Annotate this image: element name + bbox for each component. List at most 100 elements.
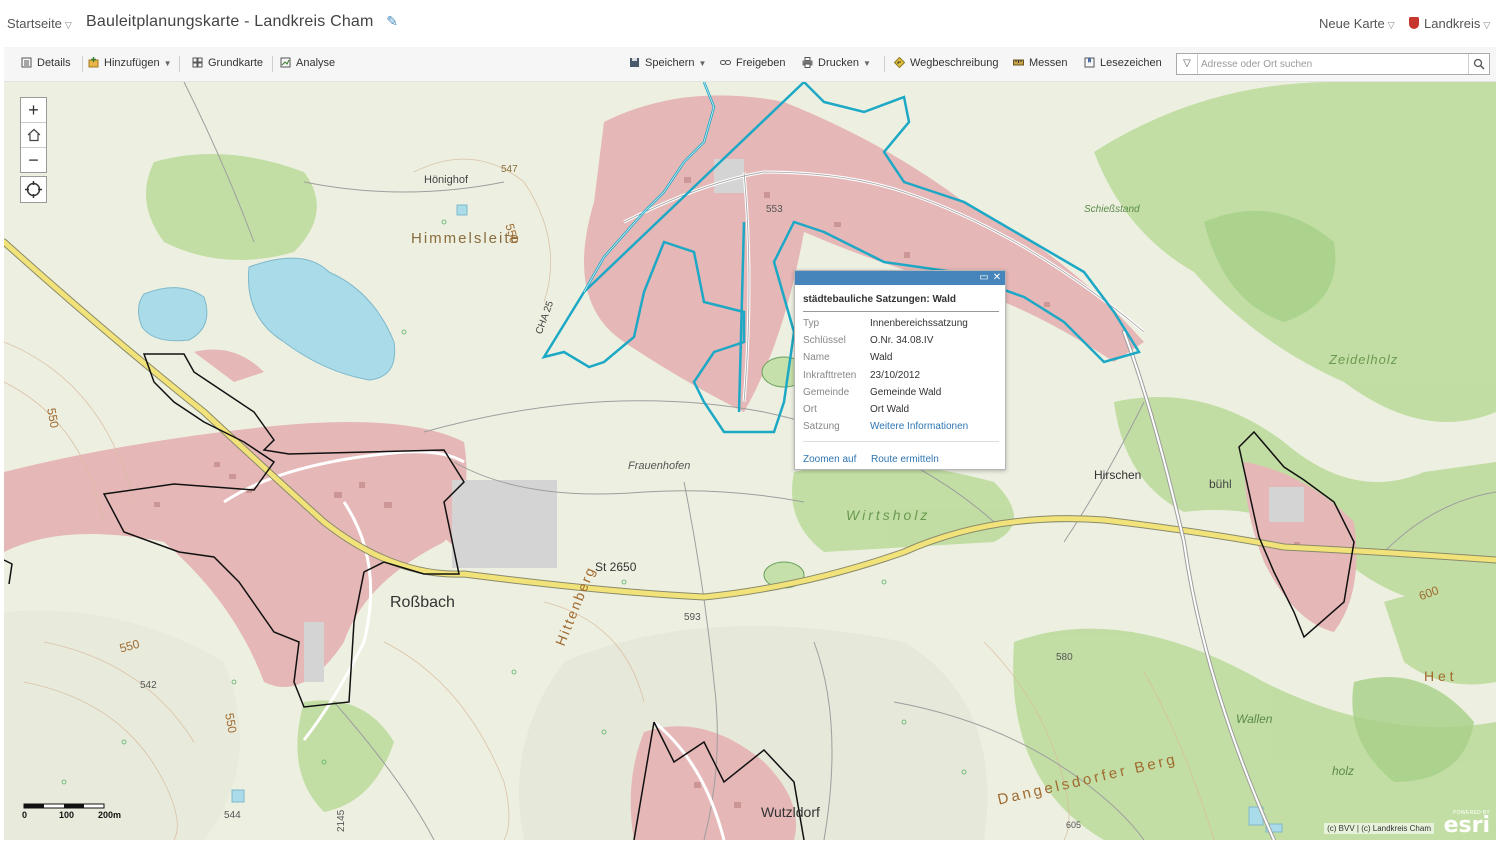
home-icon xyxy=(27,128,40,142)
label-elevation-553: 553 xyxy=(766,204,783,215)
label-wallen: Wallen xyxy=(1236,712,1273,726)
feature-popup: ▭ ✕ städtebauliche Satzungen: Wald Typ In… xyxy=(794,270,1006,470)
chevron-down-icon: ▽ xyxy=(1387,20,1395,30)
new-map-label: Neue Karte xyxy=(1319,16,1385,31)
scale-label-200: 200m xyxy=(98,810,122,820)
label-elevation-605: 605 xyxy=(1066,820,1082,830)
chevron-down-icon: ▽ xyxy=(64,20,72,30)
scale-label-0: 0 xyxy=(22,810,28,820)
popup-field-row: Schlüssel O.Nr. 34.08.IV xyxy=(803,335,934,346)
locate-button[interactable] xyxy=(20,176,47,203)
close-icon[interactable]: ✕ xyxy=(992,273,1002,283)
popup-field-row: Name Wald xyxy=(803,352,893,363)
label-buhl: bühl xyxy=(1209,477,1232,491)
zoom-in-button[interactable]: + xyxy=(21,98,46,123)
add-button[interactable]: Hinzufügen ▼ xyxy=(88,57,172,69)
scale-label-100: 100 xyxy=(59,810,75,820)
account-menu[interactable]: Landkreis ▽ xyxy=(1409,16,1490,31)
new-map-menu[interactable]: Neue Karte ▽ xyxy=(1319,16,1395,31)
label-elevation-544: 544 xyxy=(224,810,241,821)
toolbar-divider xyxy=(82,56,83,72)
bookmark-icon xyxy=(1084,57,1095,68)
chevron-down-icon: ▼ xyxy=(163,59,172,68)
analysis-button[interactable]: Analyse xyxy=(280,57,335,69)
popup-field-row: Satzung Weitere Informationen xyxy=(803,421,969,432)
bookmarks-button[interactable]: Lesezeichen xyxy=(1084,57,1162,69)
save-label: Speichern xyxy=(645,57,695,69)
toolbar: Details Hinzufügen ▼ Grundkarte Analyse S… xyxy=(4,47,1496,82)
basemap-button[interactable]: Grundkarte xyxy=(192,57,263,69)
popup-header: ▭ ✕ xyxy=(795,271,1005,285)
map-view[interactable]: Himmelsleite Hönighof Roßbach Frauenhofe… xyxy=(4,82,1496,840)
label-st2650: St 2650 xyxy=(595,560,637,574)
home-extent-button[interactable] xyxy=(21,123,46,148)
label-hirschen: Hirschen xyxy=(1094,468,1142,482)
share-label: Freigeben xyxy=(736,57,786,69)
label-elevation-580: 580 xyxy=(1056,652,1073,663)
app-header: Startseite ▽ Bauleitplanungskarte - Landk… xyxy=(0,0,1500,46)
label-holz: holz xyxy=(1332,764,1355,778)
popup-footer-divider xyxy=(803,441,999,442)
directions-icon xyxy=(894,57,905,68)
print-label: Drucken xyxy=(818,57,859,69)
save-disk-icon xyxy=(630,58,639,67)
add-label: Hinzufügen xyxy=(104,57,160,69)
toolbar-divider xyxy=(179,56,180,72)
details-button[interactable]: Details xyxy=(21,57,71,69)
search-icon xyxy=(1473,58,1485,70)
zoom-to-link[interactable]: Zoomen auf xyxy=(803,454,856,465)
analysis-label: Analyse xyxy=(296,57,336,69)
share-link-icon xyxy=(720,60,731,65)
bookmarks-label: Lesezeichen xyxy=(1100,57,1162,69)
details-label: Details xyxy=(37,57,71,69)
chevron-down-icon: ▼ xyxy=(698,59,707,68)
measure-button[interactable]: Messen xyxy=(1013,57,1068,69)
search-input[interactable] xyxy=(1199,54,1469,74)
save-button[interactable]: Speichern ▼ xyxy=(629,57,706,69)
directions-label: Wegbeschreibung xyxy=(910,57,999,69)
zoom-out-button[interactable]: − xyxy=(21,148,46,172)
home-menu[interactable]: Startseite ▽ xyxy=(7,16,72,31)
label-wirtsholz: Wirtsholz xyxy=(846,507,931,523)
popup-field-row: Ort Ort Wald xyxy=(803,404,910,415)
page-title: Bauleitplanungskarte - Landkreis Cham ✎ xyxy=(86,13,398,31)
label-elevation-547: 547 xyxy=(501,164,518,175)
print-button[interactable]: Drucken ▼ xyxy=(802,57,871,69)
label-schiessstand: Schießstand xyxy=(1084,204,1140,215)
more-info-link[interactable]: Weitere Informationen xyxy=(870,421,968,432)
printer-icon xyxy=(802,57,813,68)
label-het: H e t xyxy=(1424,668,1454,684)
search-box: ▽ xyxy=(1176,53,1490,75)
label-elevation-542: 542 xyxy=(140,680,157,691)
add-layer-icon xyxy=(88,57,99,68)
label-elevation-593: 593 xyxy=(684,612,701,623)
label-frauenhofen: Frauenhofen xyxy=(628,460,691,472)
measure-ruler-icon xyxy=(1013,59,1024,66)
home-label: Startseite xyxy=(7,16,62,31)
label-zeidelholz: Zeidelholz xyxy=(1329,352,1399,367)
share-button[interactable]: Freigeben xyxy=(720,57,786,69)
details-icon xyxy=(21,57,32,68)
scale-bar-graphic xyxy=(23,803,105,809)
directions-button[interactable]: Wegbeschreibung xyxy=(894,57,998,69)
popup-field-row: Gemeinde Gemeinde Wald xyxy=(803,387,942,398)
esri-logo-text: esri xyxy=(1443,813,1490,838)
popup-divider xyxy=(803,311,999,312)
toolbar-divider xyxy=(272,56,273,72)
zoom-control: + − xyxy=(20,97,47,173)
get-route-link[interactable]: Route ermitteln xyxy=(871,454,939,465)
map-title-text: Bauleitplanungskarte - Landkreis Cham xyxy=(86,13,374,30)
label-road-2145: 2145 xyxy=(336,809,347,832)
toolbar-divider xyxy=(884,56,885,72)
maximize-icon[interactable]: ▭ xyxy=(979,273,989,283)
label-rossbach: Roßbach xyxy=(390,594,455,611)
edit-pencil-icon[interactable]: ✎ xyxy=(386,13,398,30)
label-honighof: Hönighof xyxy=(424,174,469,186)
search-button[interactable] xyxy=(1468,54,1489,74)
filter-icon[interactable]: ▽ xyxy=(1177,54,1198,74)
esri-logo[interactable]: POWERED BY esri xyxy=(1438,810,1490,838)
map-attribution: (c) BVV | (c) Landkreis Cham xyxy=(1324,823,1434,834)
locate-crosshair-icon xyxy=(25,181,42,198)
chevron-down-icon: ▽ xyxy=(1483,20,1491,30)
popup-field-row: Typ Innenbereichssatzung xyxy=(803,318,968,329)
